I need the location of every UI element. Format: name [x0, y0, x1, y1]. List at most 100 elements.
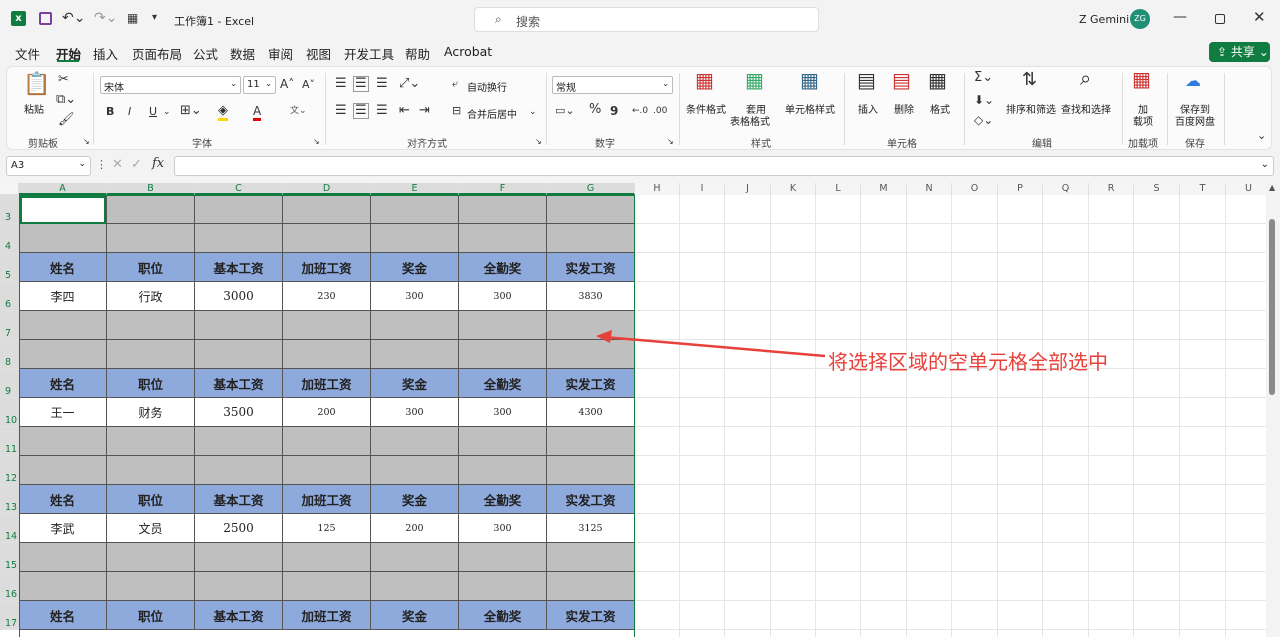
column-header-k[interactable]: K — [771, 183, 816, 195]
row-header-12[interactable]: 12 — [0, 456, 19, 485]
table-data-cell[interactable]: 125 — [283, 514, 371, 543]
table-data-cell[interactable]: 2500 — [195, 514, 283, 543]
customize-qat-icon[interactable]: ▾ — [152, 11, 157, 25]
delete-cells-icon[interactable]: ▤ — [892, 70, 911, 90]
collapse-ribbon-icon[interactable]: ⌄ — [1257, 129, 1266, 143]
tab-page-layout[interactable]: 页面布局 — [132, 44, 182, 63]
empty-cell[interactable] — [371, 340, 459, 369]
table-header-cell[interactable]: 实发工资 — [547, 485, 635, 514]
empty-cell[interactable] — [371, 195, 459, 224]
empty-cell[interactable] — [195, 572, 283, 601]
number-launcher-icon[interactable]: ↘ — [667, 135, 674, 149]
empty-cell[interactable] — [459, 427, 547, 456]
table-data-cell[interactable]: 财务 — [107, 398, 195, 427]
table-header-cell[interactable]: 加班工资 — [283, 485, 371, 514]
empty-cell[interactable] — [195, 543, 283, 572]
table-data-cell[interactable]: 300 — [459, 282, 547, 311]
empty-cell[interactable] — [283, 195, 371, 224]
align-top-icon[interactable]: ☰ — [335, 77, 347, 91]
empty-cell[interactable] — [195, 456, 283, 485]
addins-label2[interactable]: 载项 — [1133, 113, 1153, 128]
find-select-icon[interactable]: ⌕ — [1080, 68, 1091, 88]
table-header-cell[interactable]: 职位 — [107, 601, 195, 630]
border-icon[interactable]: ⊞⌄ — [180, 104, 202, 118]
empty-cell[interactable] — [459, 340, 547, 369]
cancel-icon[interactable]: ✕ — [112, 157, 123, 172]
align-right-icon[interactable]: ☰ — [376, 104, 388, 118]
align-bottom-icon[interactable]: ☰ — [376, 77, 388, 91]
table-header-cell[interactable]: 职位 — [107, 253, 195, 282]
empty-cell[interactable] — [371, 311, 459, 340]
table-header-cell[interactable]: 奖金 — [371, 485, 459, 514]
insert-cells-icon[interactable]: ▤ — [857, 70, 876, 90]
column-header-i[interactable]: I — [680, 183, 725, 195]
table-header-cell[interactable]: 全勤奖 — [459, 485, 547, 514]
align-center-icon[interactable]: ☰ — [353, 103, 369, 119]
table-header-cell[interactable]: 职位 — [107, 369, 195, 398]
column-header-n[interactable]: N — [907, 183, 952, 195]
empty-cell[interactable] — [283, 311, 371, 340]
table-header-cell[interactable]: 基本工资 — [195, 601, 283, 630]
paste-icon[interactable]: 📋 — [23, 73, 50, 97]
name-box[interactable]: A3 ⌄ — [6, 156, 91, 176]
empty-cell[interactable] — [195, 224, 283, 253]
scroll-thumb[interactable] — [1269, 219, 1275, 395]
table-header-cell[interactable]: 姓名 — [19, 601, 107, 630]
paste-label[interactable]: 粘贴 — [24, 101, 44, 116]
table-header-cell[interactable]: 实发工资 — [547, 369, 635, 398]
column-header-f[interactable]: F — [459, 183, 547, 195]
table-header-cell[interactable]: 姓名 — [19, 369, 107, 398]
table-header-cell[interactable]: 职位 — [107, 485, 195, 514]
empty-cell[interactable] — [107, 427, 195, 456]
empty-cell[interactable] — [547, 572, 635, 601]
empty-cell[interactable] — [283, 543, 371, 572]
format-painter-icon[interactable]: 🖌 — [58, 113, 75, 127]
row-header-14[interactable]: 14 — [0, 514, 19, 543]
empty-cell[interactable] — [19, 311, 107, 340]
empty-cell[interactable] — [371, 572, 459, 601]
currency-icon[interactable]: ▭⌄ — [555, 104, 575, 118]
table-data-cell[interactable]: 300 — [371, 282, 459, 311]
bold-button[interactable]: B — [106, 105, 114, 119]
empty-cell[interactable] — [195, 340, 283, 369]
table-data-cell[interactable]: 3000 — [195, 282, 283, 311]
empty-cell[interactable] — [459, 195, 547, 224]
table-header-cell[interactable]: 奖金 — [371, 601, 459, 630]
row-header-11[interactable]: 11 — [0, 427, 19, 456]
table-data-cell[interactable]: 230 — [283, 282, 371, 311]
table-data-cell[interactable]: 王一 — [19, 398, 107, 427]
empty-cell[interactable] — [459, 311, 547, 340]
delete-cells-button[interactable]: 删除 — [894, 101, 914, 116]
shrink-font-icon[interactable]: A˅ — [302, 78, 315, 92]
table-data-cell[interactable]: 300 — [371, 398, 459, 427]
table-header-cell[interactable]: 奖金 — [371, 369, 459, 398]
empty-cell[interactable] — [547, 195, 635, 224]
scroll-up-icon[interactable]: ▲ — [1269, 183, 1275, 192]
column-header-c[interactable]: C — [195, 183, 283, 195]
empty-cell[interactable] — [107, 340, 195, 369]
empty-cell[interactable] — [195, 427, 283, 456]
number-format-select[interactable]: 常规 ⌄ — [552, 76, 673, 94]
table-header-cell[interactable]: 加班工资 — [283, 601, 371, 630]
insert-cells-button[interactable]: 插入 — [858, 101, 878, 116]
empty-cell[interactable] — [283, 456, 371, 485]
empty-cell[interactable] — [19, 224, 107, 253]
user-name[interactable]: Z Gemini — [1079, 13, 1129, 26]
clipboard-launcher-icon[interactable]: ↘ — [83, 135, 90, 149]
column-header-h[interactable]: H — [635, 183, 680, 195]
underline-dropdown-icon[interactable]: ⌄ — [163, 105, 171, 119]
redo-icon[interactable]: ↷⌄ — [94, 11, 117, 25]
conditional-format-icon[interactable]: ▦ — [695, 70, 714, 90]
empty-cell[interactable] — [195, 311, 283, 340]
table-data-cell[interactable]: 200 — [371, 514, 459, 543]
merge-center-button[interactable]: 合并后居中 — [467, 106, 517, 121]
column-header-j[interactable]: J — [725, 183, 771, 195]
alignment-launcher-icon[interactable]: ↘ — [535, 135, 542, 149]
table-header-cell[interactable]: 基本工资 — [195, 253, 283, 282]
empty-cell[interactable] — [371, 543, 459, 572]
row-header-7[interactable]: 7 — [0, 311, 19, 340]
grow-font-icon[interactable]: A˄ — [280, 77, 294, 91]
row-header-17[interactable]: 17 — [0, 601, 19, 630]
empty-cell[interactable] — [459, 543, 547, 572]
empty-cell[interactable] — [371, 224, 459, 253]
